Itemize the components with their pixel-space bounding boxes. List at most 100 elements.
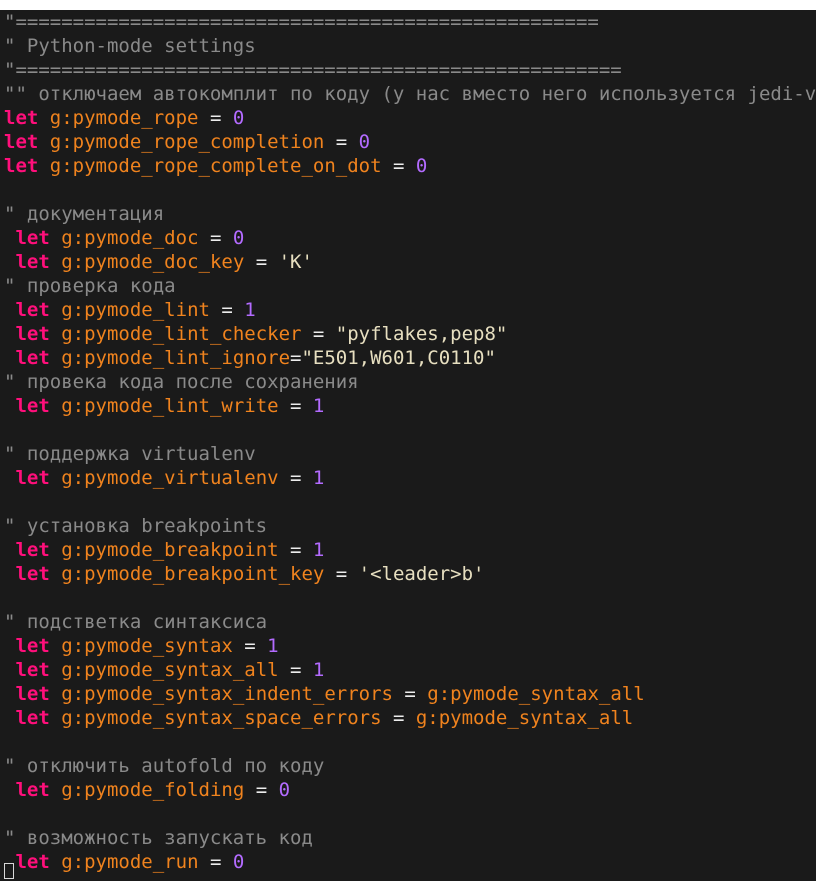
code-line[interactable]: let g:pymode_doc_key = 'K' (4, 250, 816, 274)
assign-operator: = (232, 635, 268, 657)
comment-text: " подстветка синтаксиса (4, 611, 268, 633)
assign-operator: = (198, 227, 233, 249)
variable-name: g:pymode_doc (61, 227, 199, 249)
variable-name: g:pymode_syntax_all (61, 659, 279, 681)
comment-text: " проверка кода (4, 275, 176, 297)
code-line[interactable]: let g:pymode_folding = 0 (4, 778, 816, 802)
let-keyword: let (15, 851, 50, 873)
code-line[interactable]: let g:pymode_run = 0 (4, 850, 816, 874)
assign-operator: = (198, 107, 233, 129)
code-line[interactable]: let g:pymode_rope = 0 (4, 106, 816, 130)
assigned-value: 0 (278, 779, 291, 801)
assigned-value: "pyflakes,pep8" (335, 323, 508, 345)
code-line[interactable]: " провека кода после сохранения (4, 370, 816, 394)
code-line[interactable]: let g:pymode_virtualenv = 1 (4, 466, 816, 490)
code-line[interactable]: " документация (4, 202, 816, 226)
assigned-value: 0 (232, 227, 245, 249)
text-cursor (4, 863, 14, 879)
assign-operator: = (381, 707, 416, 729)
assigned-value: 0 (232, 107, 245, 129)
code-line[interactable]: " установка breakpoints (4, 514, 816, 538)
assign-operator: = (278, 659, 313, 681)
code-line[interactable]: let g:pymode_lint_write = 1 (4, 394, 816, 418)
let-keyword: let (15, 299, 50, 321)
variable-name: g:pymode_lint_ignore (61, 347, 291, 369)
let-keyword: let (4, 155, 39, 177)
comment-text: " поддержка virtualenv (4, 443, 256, 465)
code-line[interactable] (4, 490, 816, 514)
assigned-value: 'K' (278, 251, 313, 273)
comment-text: " отключить autofold по коду (4, 755, 325, 777)
code-line[interactable]: let g:pymode_breakpoint = 1 (4, 538, 816, 562)
variable-name: g:pymode_syntax_space_errors (61, 707, 382, 729)
code-line[interactable] (4, 730, 816, 754)
code-line[interactable]: " Python-mode settings (4, 34, 816, 58)
assigned-value: '<leader>b' (358, 563, 485, 585)
assigned-value: 1 (312, 395, 325, 417)
code-line[interactable]: let g:pymode_breakpoint_key = '<leader>b… (4, 562, 816, 586)
code-line[interactable] (4, 418, 816, 442)
variable-name: g:pymode_lint (61, 299, 210, 321)
assign-operator: = (290, 347, 302, 369)
code-line[interactable]: " поддержка virtualenv (4, 442, 816, 466)
code-line[interactable]: "=======================================… (4, 10, 816, 34)
variable-name: g:pymode_syntax (61, 635, 233, 657)
variable-name: g:pymode_rope_complete_on_dot (49, 155, 382, 177)
code-line[interactable]: let g:pymode_rope_complete_on_dot = 0 (4, 154, 816, 178)
code-line[interactable]: let g:pymode_syntax_space_errors = g:pym… (4, 706, 816, 730)
comment-text: " провека кода после сохранения (4, 371, 359, 393)
assigned-value: "E501,W601,C0110" (301, 347, 496, 369)
assign-operator: = (381, 155, 416, 177)
code-line[interactable]: "" отключаем автокомплит по коду (у нас … (4, 82, 816, 106)
assign-operator: = (324, 563, 359, 585)
code-line[interactable] (4, 802, 816, 826)
code-line[interactable] (4, 586, 816, 610)
let-keyword: let (15, 347, 50, 369)
code-line[interactable]: let g:pymode_rope_completion = 0 (4, 130, 816, 154)
code-line[interactable]: " возможность запускать код (4, 826, 816, 850)
let-keyword: let (15, 539, 50, 561)
comment-text: " Python-mode settings (4, 35, 256, 57)
let-keyword: let (15, 467, 50, 489)
code-line[interactable]: let g:pymode_lint_ignore="E501,W601,C011… (4, 346, 816, 370)
assigned-value: 0 (415, 155, 428, 177)
assign-operator: = (278, 539, 313, 561)
editor-buffer[interactable]: "=======================================… (0, 10, 816, 881)
variable-name: g:pymode_run (61, 851, 199, 873)
assigned-value: g:pymode_syntax_all (427, 683, 645, 705)
let-keyword: let (15, 395, 50, 417)
code-line[interactable]: let g:pymode_lint = 1 (4, 298, 816, 322)
let-keyword: let (15, 683, 50, 705)
code-line[interactable]: let g:pymode_syntax_all = 1 (4, 658, 816, 682)
let-keyword: let (15, 251, 50, 273)
code-line[interactable]: " подстветка синтаксиса (4, 610, 816, 634)
assigned-value: 1 (267, 635, 279, 657)
code-line[interactable] (4, 178, 816, 202)
code-line[interactable]: let g:pymode_syntax_indent_errors = g:py… (4, 682, 816, 706)
comment-text: " установка breakpoints (4, 515, 268, 537)
let-keyword: let (15, 635, 50, 657)
code-line[interactable]: let g:pymode_doc = 0 (4, 226, 816, 250)
assign-operator: = (278, 395, 313, 417)
code-line[interactable]: " проверка кода (4, 274, 816, 298)
let-keyword: let (15, 779, 50, 801)
variable-name: g:pymode_breakpoint_key (61, 563, 325, 585)
code-lines: "=======================================… (4, 10, 816, 874)
code-line[interactable]: " отключить autofold по коду (4, 754, 816, 778)
comment-text: "=======================================… (4, 59, 622, 81)
variable-name: g:pymode_rope (49, 107, 199, 129)
code-line[interactable]: "=======================================… (4, 58, 816, 82)
assign-operator: = (244, 779, 279, 801)
assign-operator: = (278, 467, 313, 489)
code-line[interactable]: let g:pymode_lint_checker = "pyflakes,pe… (4, 322, 816, 346)
code-line[interactable]: let g:pymode_syntax = 1 (4, 634, 816, 658)
assign-operator: = (198, 851, 233, 873)
let-keyword: let (15, 323, 50, 345)
